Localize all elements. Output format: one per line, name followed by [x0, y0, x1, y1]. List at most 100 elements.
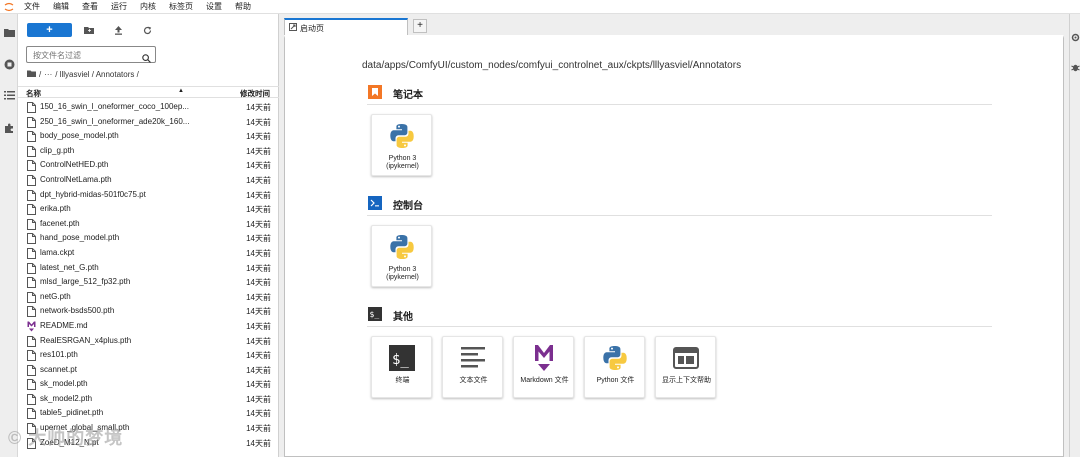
file-icon: [27, 408, 36, 420]
file-row[interactable]: lama.ckpt 14天前: [18, 246, 279, 261]
file-list: 150_16_swin_l_oneformer_coco_100ep... 14天…: [18, 100, 279, 457]
console-icon: [368, 196, 382, 210]
menu-edit[interactable]: 编辑: [47, 0, 76, 14]
running-kernels-icon[interactable]: [1, 56, 17, 72]
file-row[interactable]: README.md 14天前: [18, 319, 279, 334]
file-list-header: 名称 ▲ 修改时间: [18, 86, 279, 98]
file-row[interactable]: erika.pth 14天前: [18, 202, 279, 217]
file-modified: 14天前: [246, 394, 271, 404]
file-icon: [27, 174, 36, 186]
file-modified: 14天前: [246, 263, 271, 273]
file-modified: 14天前: [246, 248, 271, 258]
menu-view[interactable]: 查看: [76, 0, 105, 14]
python-file-card[interactable]: Python 文件: [584, 336, 645, 398]
new-launcher-button[interactable]: +: [27, 23, 72, 37]
activity-bar: [0, 14, 18, 457]
file-row[interactable]: mlsd_large_512_fp32.pth 14天前: [18, 275, 279, 290]
breadcrumb: / ··· / lllyasviel / Annotators /: [27, 68, 139, 80]
file-row[interactable]: table5_pidinet.pth 14天前: [18, 406, 279, 421]
refresh-icon[interactable]: [140, 23, 154, 37]
file-row[interactable]: sk_model2.pth 14天前: [18, 392, 279, 407]
file-icon: [27, 218, 36, 230]
notebook-python3-card[interactable]: Python 3 (ipykernel): [371, 114, 432, 176]
file-modified: 14天前: [246, 365, 271, 375]
file-icon: [27, 233, 36, 245]
file-browser-toolbar: +: [18, 22, 279, 38]
python-icon: [387, 232, 417, 262]
console-python3-card[interactable]: Python 3 (ipykernel): [371, 225, 432, 287]
table-of-contents-icon[interactable]: [1, 87, 17, 103]
menu-settings[interactable]: 设置: [200, 0, 229, 14]
file-row[interactable]: netG.pth 14天前: [18, 290, 279, 305]
file-name: README.md: [40, 320, 88, 330]
file-row[interactable]: facenet.pth 14天前: [18, 217, 279, 232]
tab-launcher[interactable]: 启动页: [284, 18, 408, 35]
python-icon: [387, 121, 417, 151]
menu-tabs[interactable]: 标签页: [163, 0, 200, 14]
file-row[interactable]: dpt_hybrid-midas-501f0c75.pt 14天前: [18, 188, 279, 203]
file-icon: [27, 145, 36, 157]
notebook-icon: [368, 85, 382, 99]
file-row[interactable]: latest_net_G.pth 14天前: [18, 261, 279, 276]
file-row[interactable]: scannet.pt 14天前: [18, 363, 279, 378]
file-name: latest_net_G.pth: [40, 262, 99, 272]
modified-column-header[interactable]: 修改时间: [240, 88, 270, 99]
file-modified: 14天前: [246, 321, 271, 331]
file-modified: 14天前: [246, 351, 271, 361]
new-folder-icon[interactable]: [82, 23, 96, 37]
breadcrumb-separator: /: [39, 69, 42, 79]
sort-ascending-icon: ▲: [178, 88, 184, 94]
menu-file[interactable]: 文件: [18, 0, 47, 14]
file-row[interactable]: 150_16_swin_l_oneformer_coco_100ep... 14天…: [18, 100, 279, 115]
file-row[interactable]: clip_g.pth 14天前: [18, 144, 279, 159]
file-name: table5_pidinet.pth: [40, 408, 104, 418]
context-help-card[interactable]: 显示上下文帮助: [655, 336, 716, 398]
file-icon: [27, 116, 36, 128]
file-row[interactable]: sk_model.pth 14天前: [18, 377, 279, 392]
file-row[interactable]: 250_16_swin_l_oneformer_ade20k_160... 14天…: [18, 115, 279, 130]
launcher-tab-icon: [289, 23, 297, 33]
file-row[interactable]: ControlNetHED.pth 14天前: [18, 158, 279, 173]
file-name: scannet.pt: [40, 364, 77, 374]
menu-help[interactable]: 帮助: [229, 0, 258, 14]
menu-kernel[interactable]: 内核: [134, 0, 163, 14]
file-row[interactable]: body_pose_model.pth 14天前: [18, 129, 279, 144]
upload-icon[interactable]: [111, 23, 125, 37]
file-row[interactable]: res101.pth 14天前: [18, 348, 279, 363]
breadcrumb-ellipsis[interactable]: ···: [44, 70, 52, 79]
terminal-card[interactable]: $_ 终端: [371, 336, 432, 398]
debugger-icon[interactable]: [1071, 59, 1080, 77]
file-modified: 14天前: [246, 175, 271, 185]
property-inspector-icon[interactable]: [1071, 29, 1080, 47]
file-name: body_pose_model.pth: [40, 131, 119, 141]
file-row[interactable]: ControlNetLama.pth 14天前: [18, 173, 279, 188]
file-icon: [27, 379, 36, 391]
text-file-icon: [458, 343, 488, 373]
file-filter-input[interactable]: 按文件名过滤: [26, 46, 156, 63]
add-tab-button[interactable]: +: [413, 19, 427, 33]
terminal-icon: $_: [387, 343, 417, 373]
python-icon: [600, 343, 630, 373]
text-file-card[interactable]: 文本文件: [442, 336, 503, 398]
markdown-file-card[interactable]: Markdown 文件: [513, 336, 574, 398]
file-name: erika.pth: [40, 204, 71, 214]
section-notebook-header: 笔记本: [367, 81, 992, 105]
breadcrumb-path[interactable]: / lllyasviel / Annotators /: [55, 70, 139, 79]
home-folder-icon[interactable]: [27, 70, 36, 79]
file-modified: 14天前: [246, 234, 271, 244]
file-modified: 14天前: [246, 132, 271, 142]
file-icon: [27, 102, 36, 113]
file-name: netG.pth: [40, 291, 71, 301]
section-notebook-title: 笔记本: [393, 90, 423, 101]
menu-run[interactable]: 运行: [105, 0, 134, 14]
file-row[interactable]: RealESRGAN_x4plus.pth 14天前: [18, 334, 279, 349]
file-row[interactable]: network-bsds500.pth 14天前: [18, 304, 279, 319]
extensions-icon[interactable]: [1, 120, 17, 136]
folder-icon[interactable]: [1, 24, 17, 40]
section-other-title: 其他: [393, 312, 413, 323]
menu-bar: 文件 编辑 查看 运行 内核 标签页 设置 帮助: [0, 0, 1080, 14]
other-icon: $_: [368, 307, 382, 321]
file-row[interactable]: hand_pose_model.pth 14天前: [18, 231, 279, 246]
file-name: sk_model2.pth: [40, 393, 93, 403]
name-column-header[interactable]: 名称: [26, 88, 41, 99]
